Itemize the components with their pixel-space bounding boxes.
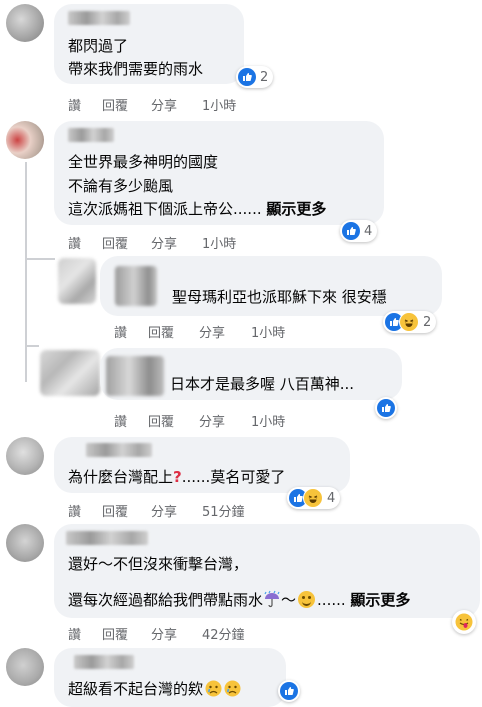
share-button[interactable]: 分享 — [151, 501, 177, 520]
reaction-summary[interactable]: 2 — [383, 311, 437, 333]
thread-line — [25, 162, 27, 382]
comment-text-line: 全世界最多神明的國度 — [68, 153, 219, 171]
like-reaction-icon — [377, 399, 395, 417]
comment-timestamp[interactable]: 1小時 — [202, 95, 236, 114]
commenter-avatar[interactable] — [6, 121, 44, 159]
share-button[interactable]: 分享 — [199, 411, 225, 430]
reaction-summary[interactable]: 4 — [287, 487, 341, 509]
commenter-name[interactable] — [68, 128, 114, 142]
reaction-count: 4 — [364, 223, 373, 239]
commenter-avatar[interactable] — [6, 524, 44, 562]
commenter-name[interactable] — [86, 443, 152, 457]
crying-face-icon — [224, 680, 241, 697]
comment-text: 還每次經過都給我們帶點雨水 — [68, 591, 264, 609]
reply-button[interactable]: 回覆 — [102, 95, 128, 114]
reaction-summary[interactable]: 2 — [236, 66, 274, 88]
reply-button[interactable]: 回覆 — [102, 624, 128, 643]
reply-timestamp[interactable]: 1小時 — [251, 411, 285, 430]
share-button[interactable]: 分享 — [151, 95, 177, 114]
reply-button[interactable]: 回覆 — [102, 233, 128, 252]
umbrella-rain-icon — [263, 590, 281, 608]
comment-text: ...... — [317, 591, 346, 609]
question-mark-icon: ? — [173, 468, 182, 486]
haha-reaction-icon — [303, 488, 323, 508]
comment-text: ～ — [281, 591, 297, 609]
like-button[interactable]: 讚 — [68, 233, 81, 252]
comment-text: 超級看不起台灣的欸 — [68, 680, 204, 698]
face-with-tongue-reaction-icon[interactable] — [452, 610, 476, 634]
comment-text-line: 超級看不起台灣的欸 — [68, 679, 241, 699]
comment-text: ......莫名可愛了 — [181, 468, 286, 486]
see-more-link[interactable]: 顯示更多 — [350, 591, 410, 609]
comment-text: 這次派媽祖下個派上帝公...... — [68, 200, 262, 218]
like-reaction-icon — [238, 68, 256, 86]
like-reaction-icon — [280, 682, 298, 700]
commenter-avatar[interactable] — [6, 4, 44, 42]
reply-button[interactable]: 回覆 — [148, 411, 174, 430]
reply-connector — [25, 258, 55, 260]
replier-avatar[interactable] — [40, 350, 100, 396]
comment-text: 為什麼台灣配上 — [68, 468, 174, 486]
comment-timestamp[interactable]: 42分鐘 — [202, 624, 245, 643]
like-button[interactable]: 讚 — [68, 95, 81, 114]
comment-timestamp[interactable]: 51分鐘 — [202, 501, 245, 520]
commenter-avatar[interactable] — [6, 648, 44, 686]
reaction-summary[interactable]: 4 — [340, 220, 378, 242]
reaction-count: 4 — [327, 490, 336, 506]
reaction-summary[interactable] — [375, 397, 397, 419]
comment-text-line: 不論有多少颱風 — [68, 177, 174, 195]
like-button[interactable]: 讚 — [114, 322, 127, 341]
comment-timestamp[interactable]: 1小時 — [202, 233, 236, 252]
comment-text-line: 還每次經過都給我們帶點雨水 ～...... 顯示更多 — [68, 590, 410, 610]
comment-text-line: 還好～不但沒來衝擊台灣， — [68, 555, 249, 573]
comment-text-line: 這次派媽祖下個派上帝公...... 顯示更多 — [68, 199, 326, 219]
share-button[interactable]: 分享 — [151, 624, 177, 643]
commenter-avatar[interactable] — [6, 437, 44, 475]
commenter-name[interactable] — [74, 655, 134, 669]
like-reaction-icon — [342, 222, 360, 240]
replier-avatar[interactable] — [58, 258, 96, 304]
comment-text-line: 都閃過了 — [68, 37, 129, 55]
comment-text-line: 為什麼台灣配上?......莫名可愛了 — [68, 467, 285, 487]
reply-text: 日本才是最多喔 八百萬神... — [170, 375, 355, 393]
crying-face-icon — [205, 680, 222, 697]
reply-mention-avatar — [106, 356, 164, 396]
comment-text-line: 帶來我們需要的雨水 — [68, 60, 204, 78]
commenter-name[interactable] — [66, 531, 148, 545]
reply-timestamp[interactable]: 1小時 — [251, 322, 285, 341]
reply-mention-avatar — [115, 266, 157, 306]
smiling-face-icon — [298, 591, 316, 608]
see-more-link[interactable]: 顯示更多 — [266, 200, 326, 218]
reply-button[interactable]: 回覆 — [148, 322, 174, 341]
share-button[interactable]: 分享 — [151, 233, 177, 252]
reaction-count: 2 — [260, 69, 269, 85]
like-button[interactable]: 讚 — [68, 624, 81, 643]
reply-button[interactable]: 回覆 — [102, 501, 128, 520]
share-button[interactable]: 分享 — [199, 322, 225, 341]
commenter-name[interactable] — [68, 11, 130, 25]
reaction-count: 2 — [423, 314, 432, 330]
like-button[interactable]: 讚 — [114, 411, 127, 430]
reply-text: 聖母瑪利亞也派耶穌下來 很安穩 — [172, 288, 387, 306]
like-button[interactable]: 讚 — [68, 501, 81, 520]
reply-connector — [25, 345, 39, 347]
haha-reaction-icon — [399, 312, 419, 332]
reaction-summary[interactable] — [278, 680, 300, 702]
